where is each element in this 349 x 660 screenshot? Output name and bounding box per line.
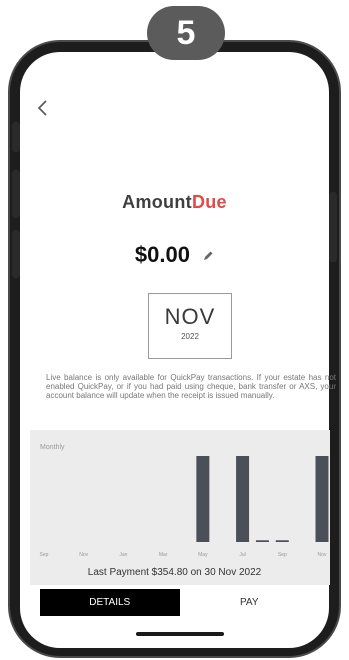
chart-svg: Sep Nov Jan Mar May Jul Sep Nov bbox=[40, 456, 329, 558]
amount-value: $0.00 bbox=[134, 242, 190, 267]
home-indicator bbox=[136, 632, 224, 636]
pencil-icon bbox=[204, 251, 213, 260]
back-button[interactable] bbox=[36, 98, 48, 122]
x-tick-label: Nov bbox=[79, 552, 88, 558]
chart-bar-jul-10 bbox=[236, 456, 250, 542]
tab-pay-label: PAY bbox=[239, 597, 259, 608]
period-year: 2022 bbox=[181, 332, 199, 341]
x-tick-label: Sep bbox=[40, 552, 49, 558]
brand-part-1: Amount bbox=[122, 192, 192, 212]
mute-switch bbox=[12, 122, 20, 152]
chevron-left-icon bbox=[37, 100, 47, 116]
last-payment-text: Last Payment $354.80 on 30 Nov 2022 bbox=[87, 567, 262, 578]
x-tick-label: Jan bbox=[119, 552, 127, 558]
x-tick-label: May bbox=[198, 552, 208, 558]
amount-due-title: AmountDue bbox=[0, 192, 349, 213]
chart-bar-aug-11 bbox=[255, 540, 269, 542]
edit-amount-button[interactable] bbox=[202, 242, 214, 268]
brand-part-2: Due bbox=[191, 192, 227, 212]
tab-bar: DETAILS PAY bbox=[40, 589, 319, 616]
tab-pay[interactable]: PAY bbox=[179, 589, 319, 616]
amount-value-row: $0.00 bbox=[0, 242, 349, 268]
x-tick-label: Nov bbox=[318, 552, 327, 558]
monthly-chart: Monthly Sep Nov Jan Mar May Jul Sep Nov bbox=[30, 430, 330, 585]
x-tick-label: Jul bbox=[239, 552, 245, 558]
period-month: NOV bbox=[164, 304, 216, 329]
chart-bar-nov-14 bbox=[315, 456, 329, 542]
chart-bar-may-8 bbox=[196, 456, 210, 542]
x-tick-label: Mar bbox=[159, 552, 168, 558]
chart-bar-sep-12 bbox=[275, 540, 289, 542]
tab-details-label: DETAILS bbox=[89, 597, 131, 608]
balance-note: Live balance is only available for Quick… bbox=[46, 373, 336, 400]
tab-details[interactable]: DETAILS bbox=[40, 589, 180, 616]
period-selector[interactable]: NOV 2022 bbox=[148, 293, 232, 359]
x-tick-label: Sep bbox=[278, 552, 287, 558]
step-badge: 5 bbox=[147, 6, 225, 60]
